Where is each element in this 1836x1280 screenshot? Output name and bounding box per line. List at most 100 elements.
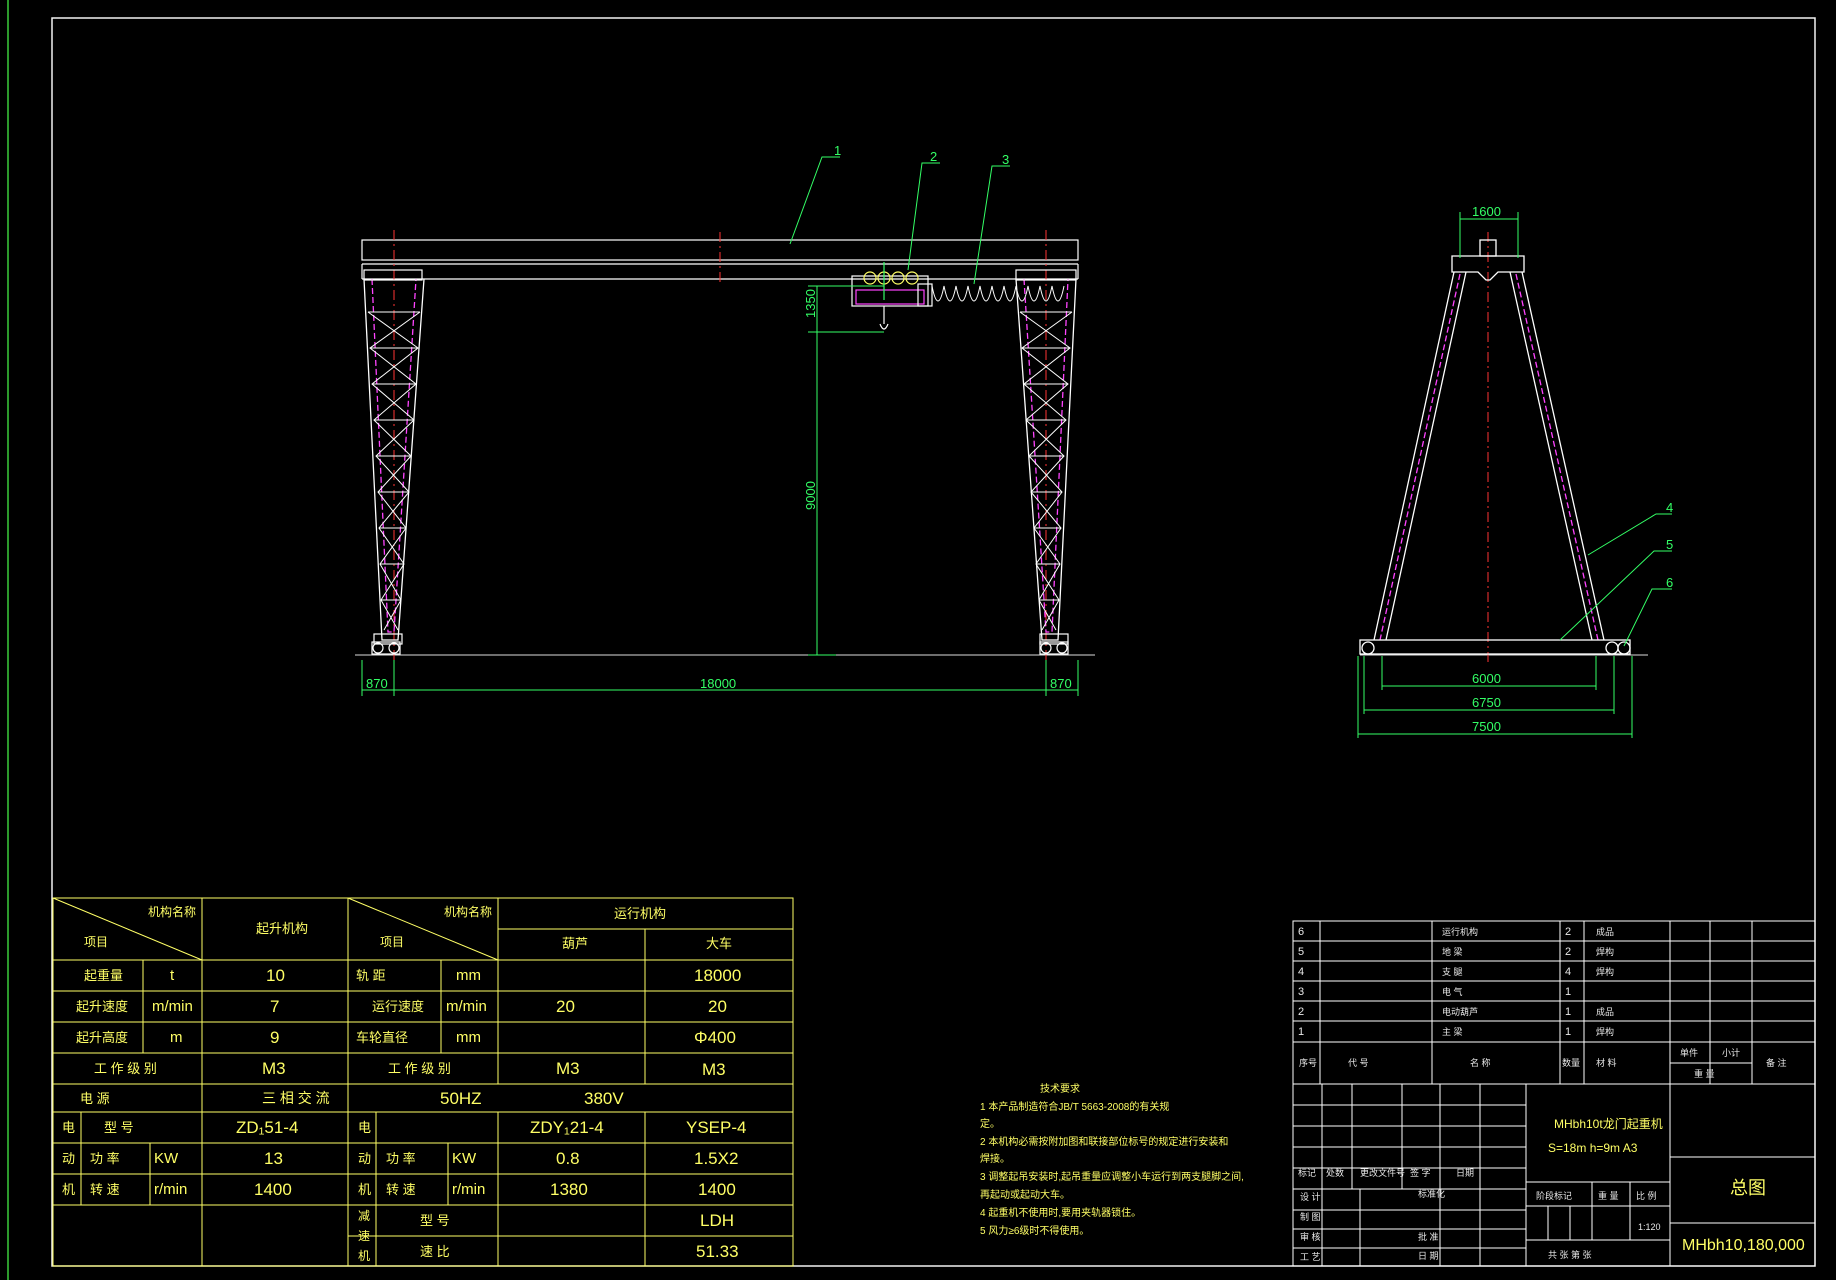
rail-gauge-crane: 18000 [694, 966, 741, 985]
dim-total-base: 7500 [1472, 719, 1501, 734]
reducer-type-label: 型 号 [420, 1213, 450, 1228]
motor-power-unit: KW [154, 1150, 179, 1167]
note-line-1: 1 本产品制造符合JB/T 5663-2008的有关规 [980, 1100, 1169, 1113]
motor2-speed-label: 转 速 [386, 1182, 416, 1197]
technical-notes: 技术要求 1 本产品制造符合JB/T 5663-2008的有关规 定。 2 本机… [980, 1082, 1244, 1237]
bom-qty-3: 1 [1565, 986, 1571, 998]
tb-check: 审 核 [1300, 1231, 1321, 1242]
dim-mid-base: 6750 [1472, 695, 1501, 710]
tb-std: 标准化 [1418, 1188, 1445, 1199]
note-line-7: 4 起重机不使用时,要用夹轨器锁住。 [980, 1206, 1141, 1219]
bom-mat-1: 焊构 [1596, 1026, 1614, 1037]
bom-hdr-unit-w: 单件 [1680, 1047, 1698, 1058]
motor-side-1: 电 [62, 1120, 75, 1135]
tb-weight: 重 量 [1598, 1190, 1619, 1201]
crane-motor-speed: 1400 [698, 1180, 736, 1199]
tb-sheets: 共 张 第 张 [1548, 1249, 1592, 1260]
note-line-2: 定。 [980, 1117, 1000, 1130]
lift-capacity-unit: t [170, 967, 175, 984]
bom-no-4: 4 [1298, 966, 1304, 978]
motor2-speed-unit: r/min [452, 1181, 485, 1198]
bom-name-5: 地 梁 [1442, 946, 1463, 957]
rail-gauge-label: 轨 距 [356, 968, 386, 983]
tb-sign: 签 字 [1410, 1167, 1431, 1178]
lift-speed-unit: m/min [152, 998, 193, 1015]
balloon-5: 5 [1666, 537, 1673, 552]
parameters-table: 机构名称 项目 起升机构 机构名称 项目 运行机构 葫芦 大车 起重量 t 10… [52, 897, 794, 1267]
title-block: 标记 处数 更改文件号 签 字 日期 设 计 制 图 审 核 工 艺 标准化 批… [1292, 1083, 1816, 1267]
note-line-4: 焊接。 [980, 1152, 1010, 1165]
dim-span: 18000 [700, 676, 736, 691]
bom-hdr-qty: 数量 [1562, 1057, 1580, 1068]
bom-name-3: 电 气 [1442, 986, 1463, 997]
travel-speed-label: 运行速度 [372, 999, 424, 1014]
motor-power-label: 功 率 [90, 1151, 120, 1166]
reducer-ratio: 51.33 [696, 1242, 739, 1261]
work-class-label-right: 工 作 级 别 [388, 1061, 451, 1076]
bom-name-6: 运行机构 [1442, 926, 1478, 937]
bom-no-3: 3 [1298, 986, 1304, 998]
motor2-side-1: 电 [358, 1120, 371, 1135]
bom-qty-2: 1 [1565, 1006, 1571, 1018]
tb-process: 工 艺 [1300, 1252, 1321, 1262]
motor2-side-2: 动 [358, 1151, 371, 1166]
work-class-value-left: M3 [262, 1059, 286, 1078]
bom-mat-6: 成品 [1596, 926, 1614, 937]
hdr-hoist: 葫芦 [562, 936, 588, 951]
hoist-motor-speed: 1380 [550, 1180, 588, 1199]
balloon-3: 3 [1002, 152, 1009, 167]
tb-zone: 处数 [1326, 1167, 1344, 1178]
bom-hdr-name: 名 称 [1470, 1057, 1491, 1068]
front-dimensions [361, 285, 1079, 696]
tb-audit: 批 准 [1418, 1231, 1439, 1242]
tb-date: 日期 [1456, 1168, 1474, 1178]
front-view: 1 2 3 870 18000 870 9000 1350 [355, 143, 1095, 696]
wheel-dia-unit: mm [456, 1029, 481, 1046]
tb-date2: 日 期 [1418, 1251, 1439, 1261]
bom-qty-5: 2 [1565, 946, 1571, 958]
front-balloons [789, 156, 1010, 285]
tb-drawing-title: 总图 [1730, 1178, 1766, 1198]
bom-hdr-weight: 重 量 [1694, 1068, 1715, 1079]
wheel-dia-crane: Φ400 [694, 1028, 736, 1047]
bom-no-6: 6 [1298, 926, 1304, 938]
tb-draw: 制 图 [1300, 1211, 1321, 1222]
dim-rail-gauge: 6000 [1472, 671, 1501, 686]
power-label: 电 源 [80, 1091, 110, 1106]
tb-design: 设 计 [1300, 1191, 1321, 1202]
hdr-item-right: 项目 [380, 935, 404, 949]
note-line-8: 5 风力≥6级时不得使用。 [980, 1224, 1089, 1237]
bom-qty-6: 2 [1565, 926, 1571, 938]
wheel-dia-label: 车轮直径 [356, 1030, 408, 1045]
reducer-side-2: 速 [358, 1229, 370, 1243]
balloon-6: 6 [1666, 575, 1673, 590]
lift-height-unit: m [170, 1029, 183, 1046]
hdr-travel-mech: 运行机构 [614, 906, 666, 921]
bom-hdr-total-w: 小计 [1722, 1047, 1740, 1058]
travel-speed-crane: 20 [708, 997, 727, 1016]
balloon-2: 2 [930, 149, 937, 164]
motor2-side-3: 机 [358, 1182, 371, 1197]
work-class-hoist: M3 [556, 1059, 580, 1078]
note-line-5: 3 调整起吊安装时,起吊重量应调整小车运行到两支腿脚之间, [980, 1170, 1244, 1183]
reducer-type: LDH [700, 1211, 734, 1230]
note-line-6: 再起动或起动大车。 [980, 1188, 1070, 1201]
lift-height-value: 9 [270, 1028, 279, 1047]
motor-type-label: 型 号 [104, 1120, 134, 1135]
hdr-lift-mech: 起升机构 [256, 921, 308, 936]
lift-speed-label: 起升速度 [76, 999, 128, 1014]
tb-product: MHbh10t龙门起重机 [1554, 1116, 1663, 1131]
cad-drawing-canvas: 1 2 3 870 18000 870 9000 1350 4 5 6 1600… [7, 0, 1816, 1280]
tb-stage: 阶段标记 [1536, 1190, 1572, 1201]
lift-height-label: 起升高度 [76, 1030, 128, 1045]
bom-mat-2: 成品 [1596, 1006, 1614, 1017]
bom-no-1: 1 [1298, 1026, 1304, 1038]
note-line-3: 2 本机构必需按附加图和联接部位标号的规定进行安装和 [980, 1135, 1228, 1148]
motor-side-3: 机 [62, 1182, 75, 1197]
electric-hoist [851, 262, 933, 330]
hoist-motor-type: ZDY₁21-4 [530, 1118, 604, 1137]
tb-doc: 更改文件号 [1360, 1167, 1405, 1178]
bom-table: 6 运行机构 2 成品 5 地 梁 2 焊构 4 支 腿 4 焊构 3 电 气 … [1292, 920, 1816, 1085]
travel-speed-hoist: 20 [556, 997, 575, 1016]
motor-side-2: 动 [62, 1151, 75, 1166]
